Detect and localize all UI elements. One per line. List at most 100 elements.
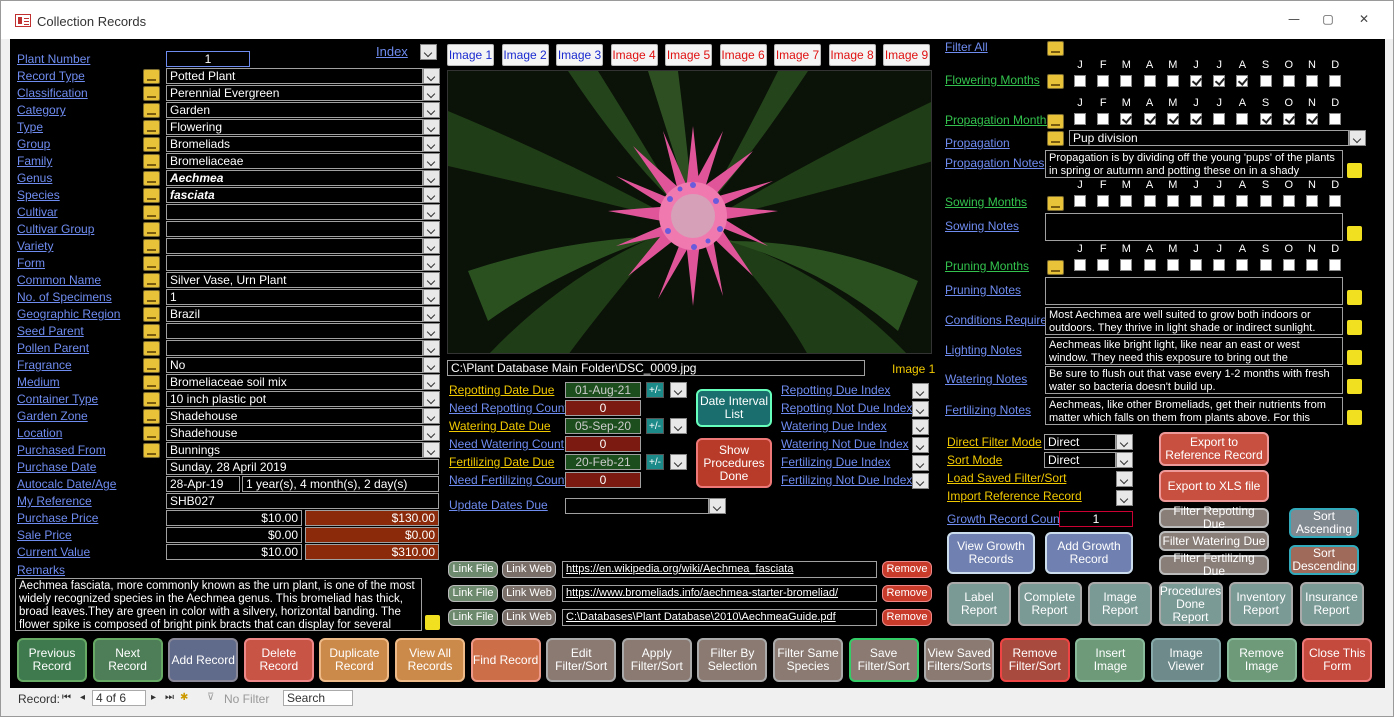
flowering-month-checkbox[interactable] [1074,75,1086,87]
autocalc-date-field[interactable]: 28-Apr-19 [166,476,240,492]
edit-list-button[interactable] [143,222,160,237]
pruning-month-checkbox[interactable] [1097,259,1110,271]
sowing-edit-button[interactable] [1047,196,1064,211]
field-dropdown[interactable] [423,102,440,118]
field-dropdown[interactable] [423,323,440,339]
propagation-notes-zoom-button[interactable] [1347,163,1362,178]
update-dates-dropdown[interactable] [709,498,726,514]
image-tab-8[interactable]: Image 8 [828,44,876,66]
image-tab-9[interactable]: Image 9 [883,44,930,66]
propagation-dropdown[interactable] [1349,130,1366,146]
filter-watering-button[interactable]: Filter Watering Due [1159,531,1269,551]
propagation-month-checkbox[interactable] [1329,113,1342,125]
conditions-notes-zoom-button[interactable] [1347,320,1362,335]
sort-descending-button[interactable]: Sort Descending [1289,545,1359,575]
due-index-link[interactable]: Repotting Not Due Index [781,401,912,415]
image-tab-6[interactable]: Image 6 [719,44,767,66]
propagation-field[interactable]: Pup division [1069,130,1349,146]
prev-record-icon[interactable]: ◂ [80,692,85,703]
field-label[interactable]: Container Type [17,392,98,406]
bottom-button-15[interactable]: Insert Image [1075,638,1146,682]
field-dropdown[interactable] [423,255,440,271]
edit-list-button[interactable] [143,137,160,152]
pruning-notes-zoom-button[interactable] [1347,290,1362,305]
flowering-month-checkbox[interactable] [1259,75,1272,87]
fertilizing-dropdown[interactable] [670,454,687,470]
field-value[interactable] [166,255,423,271]
due-index-link[interactable]: Fertilizing Due Index [781,455,890,469]
field-dropdown[interactable] [423,340,440,356]
field-dropdown[interactable] [423,357,440,373]
bottom-button-18[interactable]: Close This Form [1302,638,1373,682]
field-dropdown[interactable] [423,238,440,254]
field-value[interactable]: Bromeliaceae soil mix [166,374,423,390]
pruning-month-checkbox[interactable] [1166,259,1179,271]
field-value[interactable] [166,204,423,220]
flowering-edit-button[interactable] [1047,74,1064,89]
field-dropdown[interactable] [423,289,440,305]
sale-price-field[interactable]: $0.00 [166,527,302,543]
field-dropdown[interactable] [423,85,440,101]
sowing-month-checkbox[interactable] [1097,195,1110,207]
link-file-button[interactable]: Link File [448,561,498,578]
field-dropdown[interactable] [423,170,440,186]
propagation-month-checkbox[interactable] [1236,113,1249,125]
show-procedures-button[interactable]: Show Procedures Done [696,438,772,488]
field-dropdown[interactable] [423,204,440,220]
repotting-adjust-button[interactable]: +/- [646,382,664,398]
plant-image[interactable] [447,70,932,354]
field-dropdown[interactable] [423,68,440,84]
index-label[interactable]: Index [376,44,408,59]
link-web-button[interactable]: Link Web [502,561,556,578]
due-index-dropdown[interactable] [912,401,929,417]
direct-filter-dropdown[interactable] [1116,434,1133,450]
due-index-dropdown[interactable] [912,419,929,435]
new-record-icon[interactable]: ✱ [180,692,188,703]
edit-list-button[interactable] [143,171,160,186]
sowing-month-checkbox[interactable] [1306,195,1318,207]
field-label[interactable]: Common Name [17,273,101,287]
bottom-button-12[interactable]: Save Filter/Sort [848,638,919,682]
edit-list-button[interactable] [143,443,160,458]
field-label[interactable]: Form [17,256,45,270]
field-label[interactable]: Group [17,137,50,151]
field-value[interactable]: Potted Plant [166,68,423,84]
field-value[interactable]: Aechmea [166,170,423,186]
propagation-month-checkbox[interactable] [1190,113,1202,125]
field-dropdown[interactable] [423,408,440,424]
field-value[interactable]: 10 inch plastic pot [166,391,423,407]
fertilizing-notes-zoom-button[interactable] [1347,410,1362,425]
edit-list-button[interactable] [143,188,160,203]
conditions-notes-field[interactable]: Most Aechmea are well suited to grow bot… [1045,307,1343,335]
load-saved-label[interactable]: Load Saved Filter/Sort [947,471,1066,485]
field-label[interactable]: Record Type [17,69,85,83]
field-value[interactable]: Bunnings [166,442,423,458]
edit-list-button[interactable] [143,120,160,135]
plant-number-field[interactable]: 1 [166,51,250,67]
flowering-month-checkbox[interactable] [1306,75,1318,87]
next-record-icon[interactable]: ▸ [151,692,156,703]
propagation-month-checkbox[interactable] [1143,113,1156,125]
image-tab-7[interactable]: Image 7 [774,44,821,66]
pruning-month-checkbox[interactable] [1259,259,1272,271]
field-dropdown[interactable] [423,442,440,458]
due-index-dropdown[interactable] [912,473,929,489]
field-value[interactable]: fasciata [166,187,423,203]
pruning-months-label[interactable]: Pruning Months [945,259,1029,273]
field-label[interactable]: Seed Parent [17,324,84,338]
pruning-month-checkbox[interactable] [1282,259,1295,271]
purchase-date-field[interactable]: Sunday, 28 April 2019 [166,459,439,475]
image-tab-3[interactable]: Image 3 [556,44,603,66]
field-label[interactable]: No. of Specimens [17,290,112,304]
due-index-dropdown[interactable] [912,383,929,399]
edit-list-button[interactable] [143,375,160,390]
filter-all-button[interactable] [1047,41,1064,56]
edit-list-button[interactable] [143,103,160,118]
view-growth-button[interactable]: View Growth Records [947,532,1035,574]
bottom-button-13[interactable]: View Saved Filters/Sorts [924,638,995,682]
watering-date-field[interactable]: 05-Sep-20 [565,418,641,434]
field-dropdown[interactable] [423,187,440,203]
filter-fertilizing-button[interactable]: Filter Fertilizing Due [1159,552,1269,578]
image-tab-1[interactable]: Image 1 [447,44,494,66]
my-reference-field[interactable]: SHB027 [166,493,439,509]
